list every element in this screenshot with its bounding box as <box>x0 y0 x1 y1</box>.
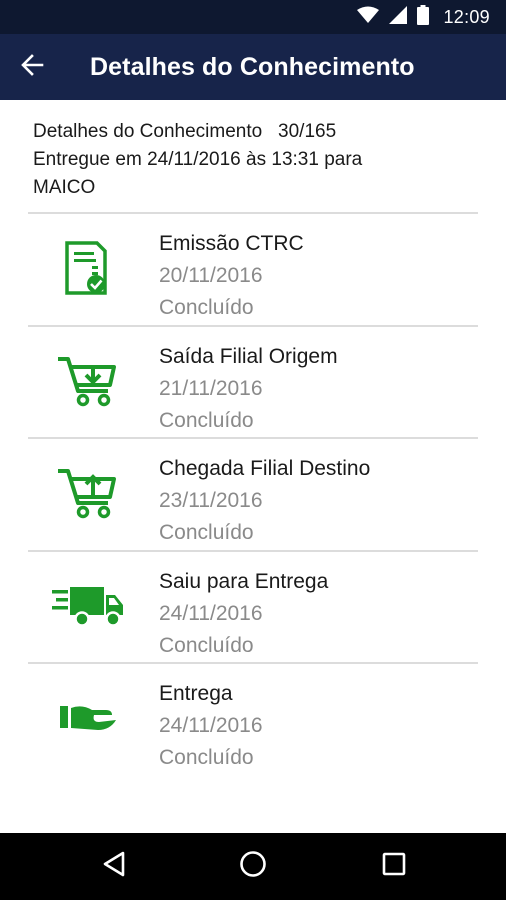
step-date: 21/11/2016 <box>159 376 263 400</box>
square-recents-icon <box>382 852 406 881</box>
step-status: Concluído <box>159 633 254 657</box>
circle-home-icon <box>239 850 267 883</box>
list-item: Saiu para Entrega 24/11/2016 Concluído <box>28 549 478 663</box>
arrow-left-icon <box>20 53 44 82</box>
list-item: Saída Filial Origem 21/11/2016 Concluído <box>28 324 478 438</box>
app-bar: Detalhes do Conhecimento <box>0 34 506 100</box>
shipment-summary: Detalhes do Conhecimento 30/165 Entregue… <box>33 118 483 202</box>
step-name: Emissão CTRC <box>159 232 304 255</box>
step-name: Chegada Filial Destino <box>159 457 371 480</box>
list-item: Emissão CTRC 20/11/2016 Concluído <box>28 212 478 325</box>
signal-icon <box>389 5 408 29</box>
document-check-icon <box>52 232 124 304</box>
page-title: Detalhes do Conhecimento <box>90 52 415 81</box>
delivery-truck-icon <box>52 570 124 642</box>
nav-recents-button[interactable] <box>354 833 434 900</box>
list-item: Entrega 24/11/2016 Concluído <box>28 662 478 775</box>
step-status: Concluído <box>159 296 254 319</box>
step-status: Concluído <box>159 521 254 544</box>
summary-delivery: Entregue em 24/11/2016 às 13:31 para <box>33 149 363 170</box>
tracking-steps-list: Emissão CTRC 20/11/2016 Concluído Saída … <box>28 212 478 775</box>
navigation-bar <box>0 833 506 900</box>
summary-number: Detalhes do Conhecimento 30/165 <box>33 121 337 142</box>
step-status: Concluído <box>159 408 254 432</box>
step-date: 23/11/2016 <box>159 489 263 512</box>
battery-icon <box>417 4 430 30</box>
step-status: Concluído <box>159 746 254 769</box>
status-bar: 12:09 <box>0 0 506 34</box>
step-date: 24/11/2016 <box>159 714 263 737</box>
wifi-icon <box>357 6 380 29</box>
cart-down-icon <box>52 345 124 417</box>
step-date: 24/11/2016 <box>159 601 263 625</box>
nav-home-button[interactable] <box>213 833 293 900</box>
clock: 12:09 <box>443 6 490 27</box>
step-name: Entrega <box>159 682 233 705</box>
hand-delivery-icon <box>52 682 124 754</box>
step-name: Saiu para Entrega <box>159 569 329 593</box>
cart-up-icon <box>52 457 124 529</box>
summary-recipient: MAICO <box>33 177 96 198</box>
step-name: Saída Filial Origem <box>159 344 338 368</box>
list-item: Chegada Filial Destino 23/11/2016 Conclu… <box>28 437 478 550</box>
nav-back-button[interactable] <box>74 833 154 900</box>
triangle-back-icon <box>102 851 126 882</box>
back-button[interactable] <box>0 34 64 100</box>
step-date: 20/11/2016 <box>159 264 263 287</box>
